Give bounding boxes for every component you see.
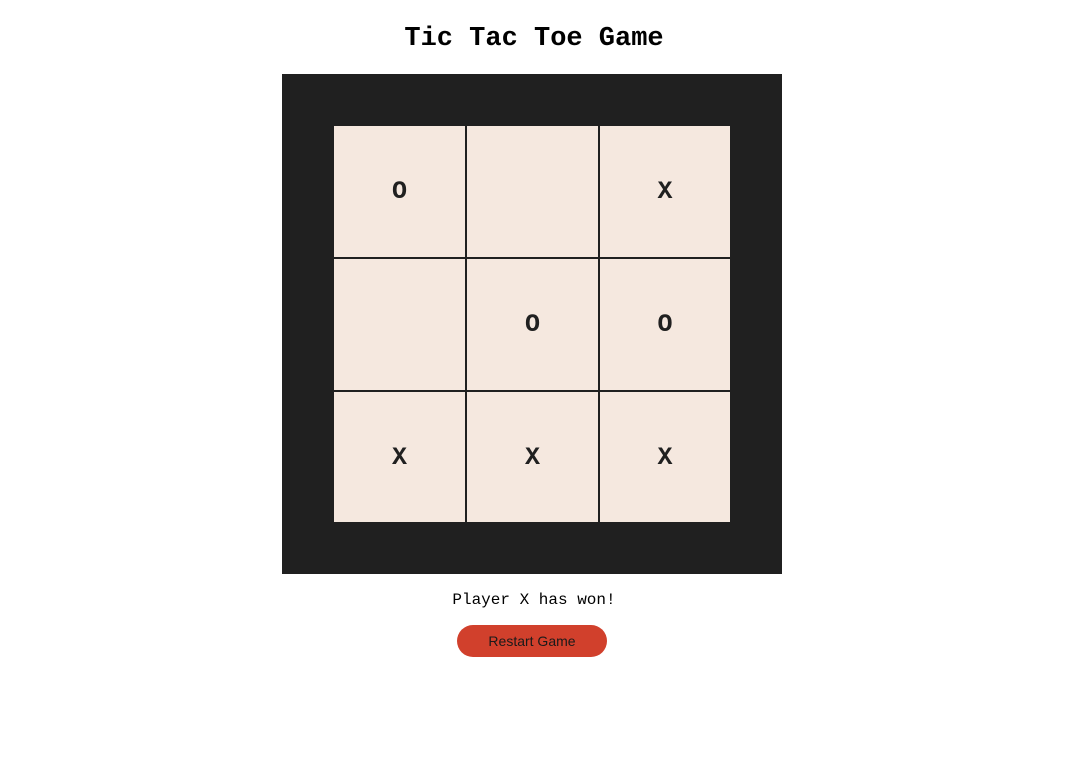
board-cell-8[interactable]: X: [467, 392, 598, 522]
game-status-message: Player X has won!: [452, 591, 616, 609]
board-cell-6[interactable]: O: [600, 259, 730, 390]
page-title: Tic Tac Toe Game: [404, 24, 664, 54]
board-cell-9[interactable]: X: [600, 392, 730, 522]
board-cell-5[interactable]: O: [467, 259, 598, 390]
restart-game-button[interactable]: Restart Game: [457, 625, 607, 657]
board-cell-4[interactable]: [334, 259, 465, 390]
game-board: O X O O X X X: [334, 126, 730, 522]
game-board-frame: O X O O X X X: [282, 74, 782, 574]
board-cell-2[interactable]: [467, 126, 598, 257]
board-cell-1[interactable]: O: [334, 126, 465, 257]
board-cell-7[interactable]: X: [334, 392, 465, 522]
board-cell-3[interactable]: X: [600, 126, 730, 257]
